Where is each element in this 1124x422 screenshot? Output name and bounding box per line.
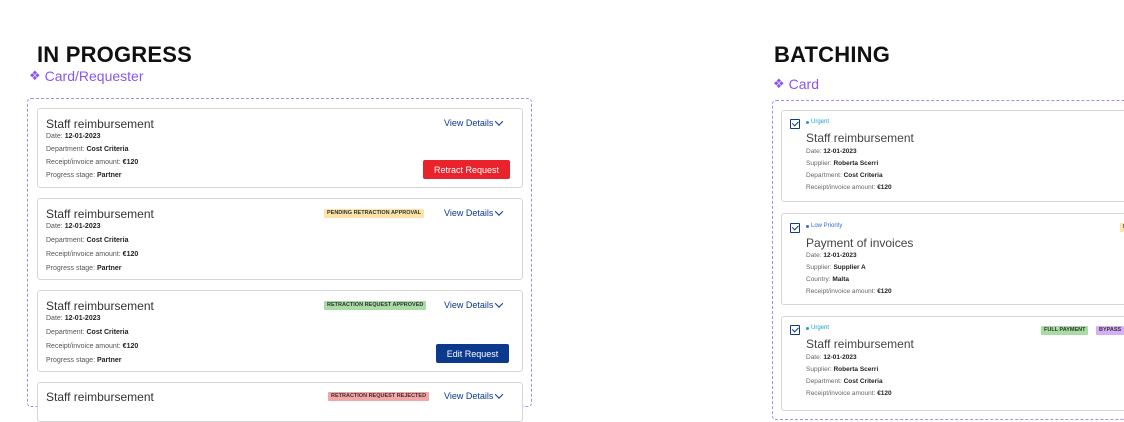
card-supplier: Supplier: Supplier A <box>806 264 866 271</box>
component-icon: ❖ <box>773 76 785 91</box>
requester-card[interactable]: Staff reimbursement Date: 12-01-2023 Dep… <box>37 198 523 280</box>
select-checkbox[interactable] <box>790 325 800 335</box>
card-date: Date: 12-01-2023 <box>806 354 857 361</box>
card-amount: Receipt/invoice amount: €120 <box>46 343 139 350</box>
card-date: Date: 12-01-2023 <box>806 252 857 259</box>
priority-dot-icon <box>806 120 809 124</box>
card-title: Staff reimbursement <box>46 299 154 313</box>
chevron-down-icon <box>495 390 504 399</box>
card-amount: Receipt/invoice amount: €120 <box>806 390 892 397</box>
requester-card[interactable]: Staff reimbursement Date: 12-01-2023 Dep… <box>37 108 523 188</box>
status-badge: PENDING RETRACTION APPROVAL <box>324 209 425 218</box>
card-title: Payment of invoices <box>806 236 914 250</box>
card-title: Staff reimbursement <box>806 337 914 351</box>
card-department: Department: Cost Criteria <box>46 329 129 336</box>
card-amount: Receipt/invoice amount: €120 <box>806 184 892 191</box>
card-date: Date: 12-01-2023 <box>46 315 101 322</box>
batch-card[interactable]: Urgent FULL PAYMENT BYPASS Staff reimbur… <box>781 316 1124 411</box>
priority-label: Urgent <box>806 325 829 331</box>
card-date: Date: 12-01-2023 <box>806 148 857 155</box>
chevron-down-icon <box>495 299 504 308</box>
card-title: Staff reimbursement <box>46 117 154 131</box>
checkmark-icon <box>791 325 799 333</box>
batch-card[interactable]: Urgent Staff reimbursement Date: 12-01-2… <box>781 110 1124 202</box>
card-amount: Receipt/invoice amount: €120 <box>46 159 139 166</box>
card-supplier: Supplier: Roberta Scerri <box>806 160 879 167</box>
card-amount: Receipt/invoice amount: €120 <box>46 251 139 258</box>
chevron-down-icon <box>495 117 504 126</box>
priority-dot-icon <box>806 224 809 228</box>
card-department: Department: Cost Criteria <box>46 237 129 244</box>
batching-title: BATCHING <box>774 42 891 67</box>
card-title: Staff reimbursement <box>46 390 154 404</box>
view-details-link[interactable]: View Details <box>444 207 504 218</box>
card-department: Department: Cost Criteria <box>806 378 883 385</box>
component-name: Card/Requester <box>44 68 144 84</box>
retract-request-button[interactable]: Retract Request <box>423 160 510 179</box>
card-stage: Progress stage: Partner <box>46 172 122 179</box>
priority-label: Low Priority <box>806 223 842 229</box>
card-stage: Progress stage: Partner <box>46 265 122 272</box>
status-badge: P <box>1120 223 1124 232</box>
view-details-link[interactable]: View Details <box>444 299 504 310</box>
view-details-link[interactable]: View Details <box>444 117 504 128</box>
card-department: Department: Cost Criteria <box>806 172 883 179</box>
card-title: Staff reimbursement <box>806 131 914 145</box>
card-supplier: Supplier: Roberta Scerri <box>806 366 879 373</box>
edit-request-button[interactable]: Edit Request <box>436 344 509 363</box>
card-country: Country: Malta <box>806 276 850 283</box>
view-details-link[interactable]: View Details <box>444 390 504 401</box>
in-progress-title: IN PROGRESS <box>37 42 193 67</box>
select-checkbox[interactable] <box>790 223 800 233</box>
priority-label: Urgent <box>806 119 829 125</box>
requester-card[interactable]: Staff reimbursement RETRACTION REQUEST R… <box>37 382 523 422</box>
card-date: Date: 12-01-2023 <box>46 223 101 230</box>
component-icon: ❖ <box>29 68 41 83</box>
full-payment-badge: FULL PAYMENT <box>1041 326 1089 335</box>
component-name: Card <box>788 76 820 92</box>
chevron-down-icon <box>495 207 504 216</box>
card-title: Staff reimbursement <box>46 207 154 221</box>
in-progress-component-label: ❖ Card/Requester <box>29 68 143 84</box>
card-department: Department: Cost Criteria <box>46 146 129 153</box>
bypass-badge: BYPASS <box>1096 326 1124 335</box>
priority-dot-icon <box>806 326 809 330</box>
batch-card[interactable]: Low Priority P Payment of invoices Date:… <box>781 213 1124 305</box>
card-amount: Receipt/invoice amount: €120 <box>806 288 892 295</box>
requester-card[interactable]: Staff reimbursement Date: 12-01-2023 Dep… <box>37 290 523 372</box>
status-badge: RETRACTION REQUEST REJECTED <box>328 392 430 401</box>
select-checkbox[interactable] <box>790 119 800 129</box>
status-badge: RETRACTION REQUEST APPROVED <box>324 301 427 310</box>
checkmark-icon <box>791 119 799 127</box>
checkmark-icon <box>791 223 799 231</box>
card-date: Date: 12-01-2023 <box>46 133 101 140</box>
card-stage: Progress stage: Partner <box>46 357 122 364</box>
batching-component-label: ❖ Card <box>773 76 819 92</box>
